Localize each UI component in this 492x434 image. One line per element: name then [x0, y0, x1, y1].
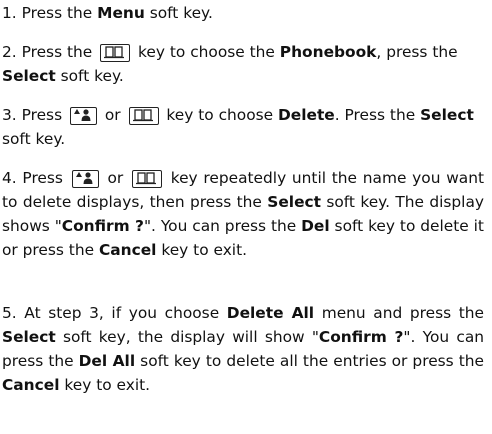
step-text: Press the	[16, 43, 98, 61]
delete-label: Delete	[278, 106, 335, 124]
instruction-page: 1. Press the Menu soft key. 2. Press the…	[0, 0, 492, 434]
cancel-label: Cancel	[2, 376, 60, 394]
step-text: soft key to delete all the entries or pr…	[135, 352, 485, 370]
select-label: Select	[2, 328, 56, 346]
step-text: soft key.	[144, 4, 213, 22]
menu-label: Menu	[97, 4, 145, 22]
step-text: ". You can press the	[143, 217, 302, 235]
cancel-label: Cancel	[98, 241, 157, 259]
step-text: key to choose	[161, 106, 279, 124]
select-label: Select	[2, 67, 56, 85]
step-text: , press the	[376, 43, 458, 61]
step-text: soft key, the display will show "	[55, 328, 319, 346]
select-label: Select	[267, 193, 321, 211]
step-text: soft key.	[2, 130, 66, 148]
phonebook-key-icon	[100, 44, 131, 62]
confirm-label: Confirm ?	[318, 328, 404, 346]
step-number: 5.	[2, 304, 17, 322]
step-text: key to exit.	[59, 376, 151, 394]
step-text: At step 3, if you choose	[16, 304, 227, 322]
step-5: 5. At step 3, if you choose Delete All m…	[2, 301, 484, 397]
step-1: 1. Press the Menu soft key.	[2, 1, 484, 25]
step-3: 3. Press or key to choose Delete. Press …	[2, 103, 484, 151]
step-text: menu and press the	[314, 304, 484, 322]
del-all-label: Del All	[78, 352, 136, 370]
step-text: Press	[16, 106, 67, 124]
step-number: 4.	[2, 169, 17, 187]
del-label: Del	[301, 217, 330, 235]
step-number: 1.	[2, 4, 17, 22]
phonebook-key-icon	[128, 107, 159, 125]
step-text: key to choose the	[133, 43, 280, 61]
step-text: Press the	[16, 4, 98, 22]
step-text: soft key.	[55, 67, 124, 85]
step-number: 3.	[2, 106, 17, 124]
phonebook-key-icon	[131, 170, 162, 188]
select-label: Select	[420, 106, 474, 124]
step-text: or	[99, 106, 126, 124]
step-2: 2. Press the key to choose the Phonebook…	[2, 40, 484, 88]
phonebook-label: Phonebook	[279, 43, 377, 61]
step-text: or	[101, 169, 129, 187]
up-arrow-contact-key-icon	[69, 107, 97, 125]
step-text: Press	[16, 169, 69, 187]
step-text: . Press the	[334, 106, 421, 124]
step-number: 2.	[2, 43, 17, 61]
step-4: 4. Press or key repeatedly until the nam…	[2, 166, 484, 262]
step-text: key to exit.	[156, 241, 248, 259]
confirm-label: Confirm ?	[61, 217, 144, 235]
delete-all-label: Delete All	[226, 304, 315, 322]
up-arrow-contact-key-icon	[71, 170, 99, 188]
